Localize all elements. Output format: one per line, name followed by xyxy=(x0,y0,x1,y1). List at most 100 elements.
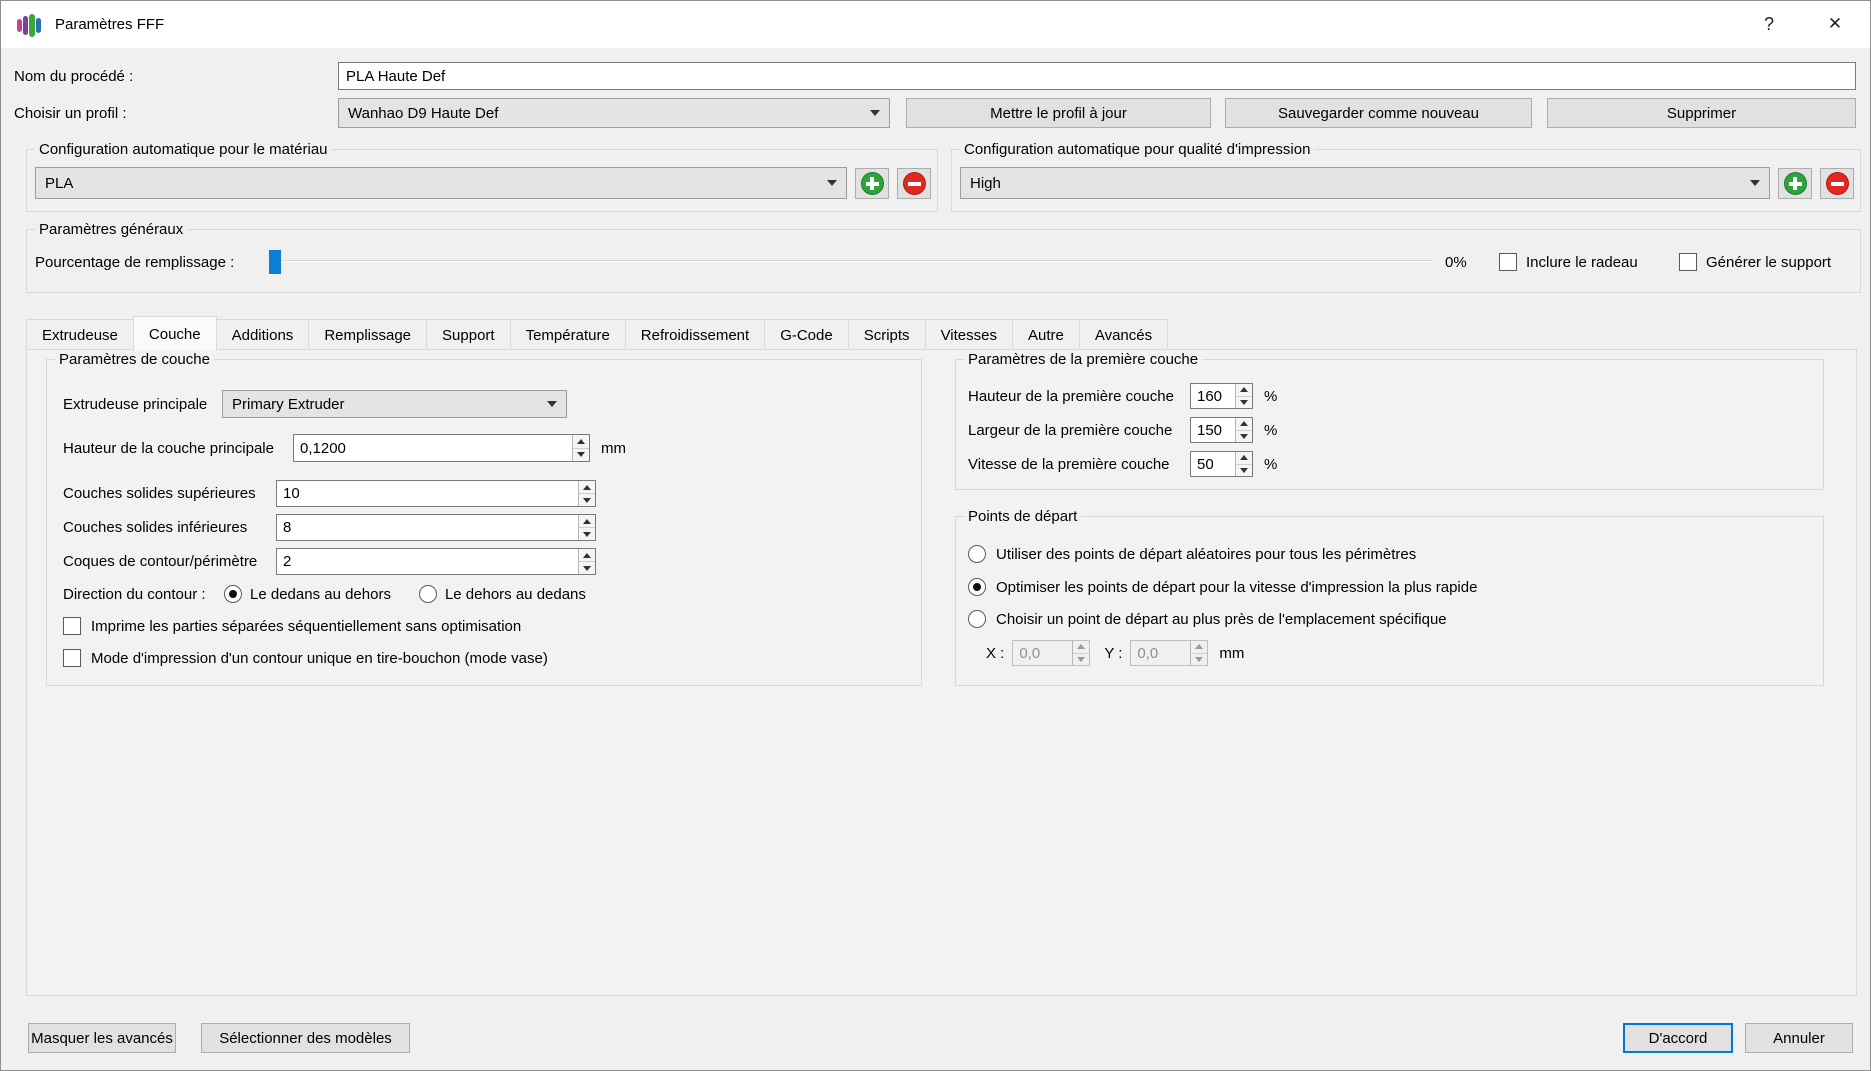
tab-scripts[interactable]: Scripts xyxy=(847,319,926,350)
primary-extruder-label: Extrudeuse principale xyxy=(63,395,208,413)
spin-up-button xyxy=(1191,641,1208,654)
bottom-solid-layers-spinner[interactable] xyxy=(276,514,596,541)
profile-label: Choisir un profil : xyxy=(14,104,127,122)
update-profile-button[interactable]: Mettre le profil à jour xyxy=(906,98,1211,128)
plus-icon xyxy=(860,172,884,195)
spin-down-button[interactable] xyxy=(579,562,595,574)
outside-in-radio[interactable] xyxy=(418,585,437,603)
tab-extrudeuse[interactable]: Extrudeuse xyxy=(26,319,134,350)
material-group-title: Configuration automatique pour le matéri… xyxy=(35,140,332,159)
spin-up-button[interactable] xyxy=(579,515,595,528)
first-layer-width-input[interactable] xyxy=(1191,418,1235,442)
tab-additions[interactable]: Additions xyxy=(215,319,310,350)
first-layer-width-label: Largeur de la première couche xyxy=(968,421,1173,439)
chevron-down-icon xyxy=(1750,180,1760,186)
first-layer-width-spinner[interactable] xyxy=(1190,417,1253,443)
tab-temperature[interactable]: Température xyxy=(509,319,626,350)
spin-up-button[interactable] xyxy=(1236,418,1252,431)
spin-up-button[interactable] xyxy=(1236,384,1252,397)
spin-up-button[interactable] xyxy=(1236,452,1252,465)
inside-out-label: Le dedans au dehors xyxy=(250,585,391,603)
spin-up-button[interactable] xyxy=(573,435,589,449)
help-button[interactable]: ? xyxy=(1738,1,1800,47)
select-models-button[interactable]: Sélectionner des modèles xyxy=(201,1023,410,1053)
layer-group-title: Paramètres de couche xyxy=(55,350,214,369)
cancel-button[interactable]: Annuler xyxy=(1745,1023,1853,1053)
chevron-down-icon xyxy=(827,180,837,186)
top-solid-layers-label: Couches solides supérieures xyxy=(63,485,256,502)
spin-down-button[interactable] xyxy=(1236,464,1252,476)
vase-mode-label: Mode d'impression d'un contour unique en… xyxy=(91,649,548,667)
primary-extruder-select[interactable]: Primary Extruder xyxy=(222,390,567,418)
tab-vitesses[interactable]: Vitesses xyxy=(924,319,1013,350)
material-select[interactable]: PLA xyxy=(35,167,847,199)
generate-support-checkbox[interactable] xyxy=(1679,253,1697,271)
optimize-start-points-radio[interactable] xyxy=(968,578,986,596)
first-layer-speed-input[interactable] xyxy=(1191,452,1235,476)
tab-autre[interactable]: Autre xyxy=(1011,319,1080,350)
process-name-input[interactable] xyxy=(338,62,1856,90)
start-points-group: Points de départ Utiliser des points de … xyxy=(955,507,1824,686)
random-start-points-label: Utiliser des points de départ aléatoires… xyxy=(996,545,1417,563)
infill-percentage-label: Pourcentage de remplissage : xyxy=(35,253,235,271)
outside-in-label: Le dehors au dedans xyxy=(444,585,586,603)
top-solid-layers-input[interactable] xyxy=(277,481,578,506)
tab-support[interactable]: Support xyxy=(426,319,511,350)
chevron-down-icon xyxy=(547,401,557,407)
random-start-points-radio[interactable] xyxy=(968,545,986,563)
spin-down-button[interactable] xyxy=(579,494,595,506)
layer-settings-group: Paramètres de couche Extrudeuse principa… xyxy=(46,350,922,686)
slider-track xyxy=(267,260,1432,262)
titlebar: Paramètres FFF ? ✕ xyxy=(1,1,1870,48)
material-select-value: PLA xyxy=(45,174,74,192)
spin-down-button[interactable] xyxy=(579,528,595,540)
perimeter-shells-input[interactable] xyxy=(277,549,578,574)
vase-mode-checkbox[interactable] xyxy=(63,649,81,667)
spin-up-button[interactable] xyxy=(579,549,595,562)
tab-gcode[interactable]: G-Code xyxy=(764,319,849,350)
tab-couche[interactable]: Couche xyxy=(132,316,217,351)
layer-height-input[interactable] xyxy=(294,435,572,461)
tab-avances[interactable]: Avancés xyxy=(1078,319,1169,350)
start-points-group-title: Points de départ xyxy=(964,507,1082,526)
remove-quality-button[interactable] xyxy=(1820,168,1854,199)
quality-select[interactable]: High xyxy=(960,167,1770,199)
close-icon[interactable]: ✕ xyxy=(1804,1,1866,47)
sequential-printing-checkbox[interactable] xyxy=(63,617,81,635)
fff-settings-dialog: Paramètres FFF ? ✕ Nom du procédé : Choi… xyxy=(0,0,1871,1071)
perimeter-shells-spinner[interactable] xyxy=(276,548,596,575)
plus-icon xyxy=(1783,172,1807,195)
first-layer-speed-spinner[interactable] xyxy=(1190,451,1253,477)
spin-down-button[interactable] xyxy=(1236,430,1252,442)
tab-remplissage[interactable]: Remplissage xyxy=(308,319,428,350)
slider-handle[interactable] xyxy=(269,250,281,274)
closest-start-point-radio[interactable] xyxy=(968,610,986,628)
window-title: Paramètres FFF xyxy=(55,16,165,33)
tab-refroidissement[interactable]: Refroidissement xyxy=(624,319,766,350)
infill-slider[interactable] xyxy=(267,249,1432,275)
remove-material-button[interactable] xyxy=(897,168,931,199)
first-layer-height-input[interactable] xyxy=(1191,384,1235,408)
spin-down-button[interactable] xyxy=(1236,396,1252,408)
add-quality-button[interactable] xyxy=(1778,168,1812,199)
spin-up-button[interactable] xyxy=(579,481,595,494)
spin-up-button xyxy=(1073,641,1090,654)
delete-profile-button[interactable]: Supprimer xyxy=(1547,98,1856,128)
sequential-printing-label: Imprime les parties séparées séquentiell… xyxy=(91,617,522,635)
layer-height-spinner[interactable] xyxy=(293,434,590,462)
first-layer-height-label: Hauteur de la première couche xyxy=(968,387,1174,405)
hide-advanced-button[interactable]: Masquer les avancés xyxy=(28,1023,176,1053)
save-as-new-button[interactable]: Sauvegarder comme nouveau xyxy=(1225,98,1532,128)
profile-select[interactable]: Wanhao D9 Haute Def xyxy=(338,98,890,128)
profile-select-value: Wanhao D9 Haute Def xyxy=(348,104,499,122)
spin-down-button[interactable] xyxy=(573,448,589,461)
ok-button[interactable]: D'accord xyxy=(1623,1023,1733,1053)
first-layer-height-spinner[interactable] xyxy=(1190,383,1253,409)
include-raft-checkbox[interactable] xyxy=(1499,253,1517,271)
bottom-solid-layers-input[interactable] xyxy=(277,515,578,540)
chevron-down-icon xyxy=(870,110,880,116)
add-material-button[interactable] xyxy=(855,168,889,199)
start-point-x-input xyxy=(1013,641,1073,665)
top-solid-layers-spinner[interactable] xyxy=(276,480,596,507)
inside-out-radio[interactable] xyxy=(224,585,242,603)
